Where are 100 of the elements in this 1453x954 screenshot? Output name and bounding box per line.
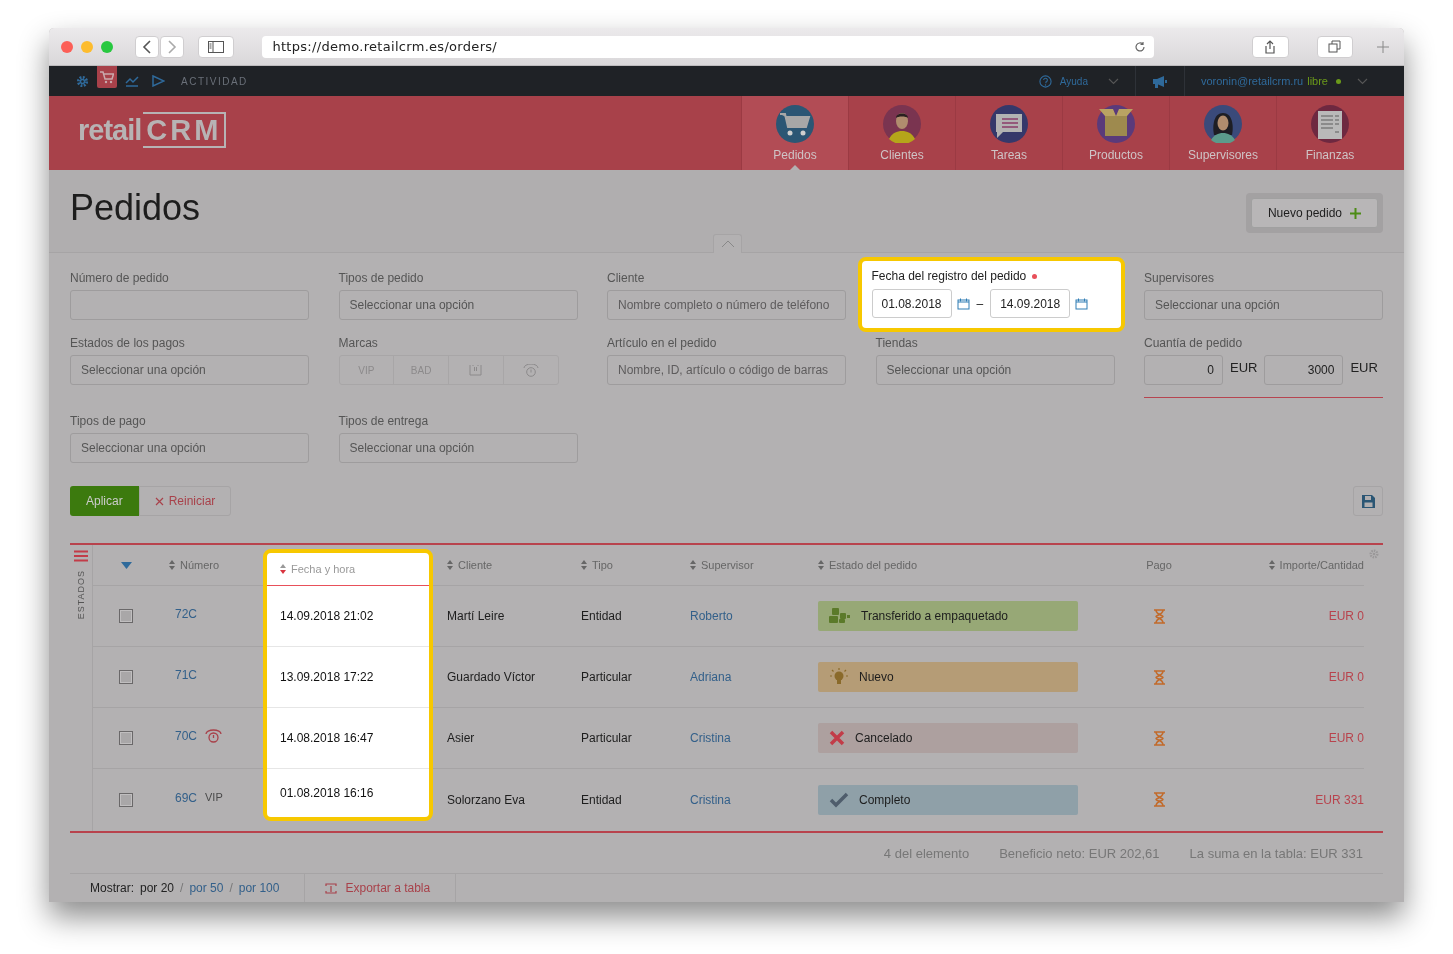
supervisor-link[interactable]: Cristina [690,792,731,807]
date-cell: 13.09.2018 17:22 [280,670,374,684]
back-button[interactable] [135,35,159,58]
amount-field[interactable]: 0 [1144,355,1223,385]
hourglass-icon [1153,608,1165,624]
select-field[interactable]: Seleccionar una opción [338,433,578,463]
page-size-label: Mostrar: [90,881,134,895]
new-order-button[interactable]: Nuevo pedido [1250,198,1378,228]
column-header[interactable]: Importe/Cantidad [1227,559,1364,571]
zoom-button[interactable] [101,40,113,53]
select-field[interactable]: Seleccionar una opción [338,290,578,320]
summary-text: Beneficio neto: EUR 202,61 [999,845,1160,861]
type-cell-text: Particular [580,670,633,684]
select-field[interactable]: Seleccionar una opción [1144,290,1383,320]
nav-tab[interactable]: Pedidos [741,96,848,170]
reload-icon[interactable] [1134,40,1147,53]
nav-tab[interactable]: Supervisores [1169,96,1276,170]
select-field[interactable]: Seleccionar una opción [875,355,1115,385]
minimize-button[interactable] [81,40,93,53]
save-button[interactable] [1353,486,1383,516]
select-field[interactable]: Seleccionar una opción [70,355,309,385]
filter-label: Estados de los pagos [70,336,186,350]
page-size-link[interactable]: por 20 [140,881,175,895]
column-header[interactable]: Fecha y hora [280,563,356,575]
amount-cell-text: EUR 0 [1327,731,1364,745]
logo[interactable]: retail CRM [49,96,227,170]
settings-icon[interactable] [1369,549,1379,559]
type-cell-text: Entidad [580,792,623,807]
activity-label[interactable]: ACTIVIDAD [181,75,248,87]
order-number-link[interactable]: 71C [175,668,197,682]
nav-tab[interactable]: Finanzas [1276,96,1383,170]
row-checkbox[interactable] [119,731,133,745]
menu-icon[interactable] [74,550,88,562]
filter-label: Número de pedido [70,271,170,285]
supervisor-link[interactable]: Roberto [690,609,733,623]
flag-icon [469,364,483,376]
type-cell-text: Entidad [580,609,623,623]
user-status: libre [1307,75,1328,87]
order-number-link[interactable]: 69C [175,790,197,805]
amount-cell-text: EUR 0 [1327,609,1364,623]
status-badge[interactable]: Nuevo [818,662,1078,692]
column-header[interactable]: Tipo [567,559,676,571]
input-field[interactable]: Nombre, ID, artículo o código de barras [607,355,846,385]
date-field[interactable]: 01.08.2018 [871,289,952,318]
status-badge[interactable]: Cancelado [818,723,1078,753]
export-link[interactable]: Exportar a tabla [325,881,431,895]
chevron-down-icon[interactable] [1357,77,1368,85]
column-header[interactable]: Cliente [433,559,567,571]
client-cell-text: Guardado Víctor [446,670,537,684]
order-number-link[interactable]: 72C [175,607,197,621]
column-header[interactable]: Estado del pedido [804,559,1091,571]
tabs-button[interactable] [1316,35,1354,58]
nav-tab[interactable]: Productos [1062,96,1169,170]
order-number-link[interactable]: 70C [175,729,197,743]
column-header[interactable]: Número [159,559,263,571]
collapse-button[interactable] [713,234,742,253]
status-badge[interactable]: Completo [818,784,1078,815]
summary-text: 4 del elemento [883,845,970,861]
close-button[interactable] [61,40,73,53]
address-bar[interactable]: https://demo.retailcrm.es/orders/ [262,35,1155,58]
share-button[interactable] [1252,35,1289,58]
date-field[interactable]: 14.09.2018 [990,289,1071,318]
row-checkbox[interactable] [119,670,133,684]
caret-down-icon[interactable] [120,561,132,569]
supervisor-link[interactable]: Adriana [690,670,732,684]
alarm-clock-icon [205,729,222,743]
filter-label: Tipos de pago [70,414,147,428]
page-size-link[interactable]: por 50 [189,881,224,895]
sidebar-button[interactable] [197,35,235,58]
amount-field[interactable]: 3000 [1264,355,1344,385]
calendar-icon[interactable] [956,297,970,310]
currency-label: EUR [1230,360,1258,375]
filter-label: Cliente [607,271,646,285]
statuses-tab[interactable]: ESTADOS [76,570,86,620]
status-dot-icon [1336,78,1341,84]
input-field[interactable]: Nombre completo o número de teléfono [607,290,846,320]
nav-tab[interactable]: Clientes [848,96,955,170]
url-text: https://demo.retailcrm.es/orders/ [272,39,498,54]
plus-icon [1350,207,1361,219]
date-cell: 01.08.2018 16:16 [280,786,374,800]
help-link[interactable]: Ayuda [1059,75,1088,87]
status-badge[interactable]: Transferido a empaquetado [818,601,1078,631]
supervisor-link[interactable]: Cristina [690,731,731,745]
chevron-right-icon [166,39,177,54]
nav-tab[interactable]: Tareas [955,96,1062,170]
user-email[interactable]: voronin@retailcrm.ru [1200,75,1304,87]
filter-label: Artículo en el pedido [607,336,718,350]
page-size-link[interactable]: por 100 [238,881,280,895]
column-header[interactable]: Supervisor [676,559,804,571]
select-field[interactable]: Seleccionar una opción [70,433,309,463]
row-checkbox[interactable] [119,609,133,623]
calendar-icon[interactable] [1075,297,1089,310]
cart-icon[interactable] [97,66,117,88]
help-icon[interactable] [1038,74,1052,88]
chevron-down-icon[interactable] [1107,77,1119,85]
apply-button[interactable]: Aplicar [70,486,139,516]
row-checkbox[interactable] [119,792,133,807]
megaphone-icon[interactable] [1151,74,1168,88]
reset-button[interactable]: Reiniciar [138,486,232,516]
type-cell-text: Particular [580,731,633,745]
